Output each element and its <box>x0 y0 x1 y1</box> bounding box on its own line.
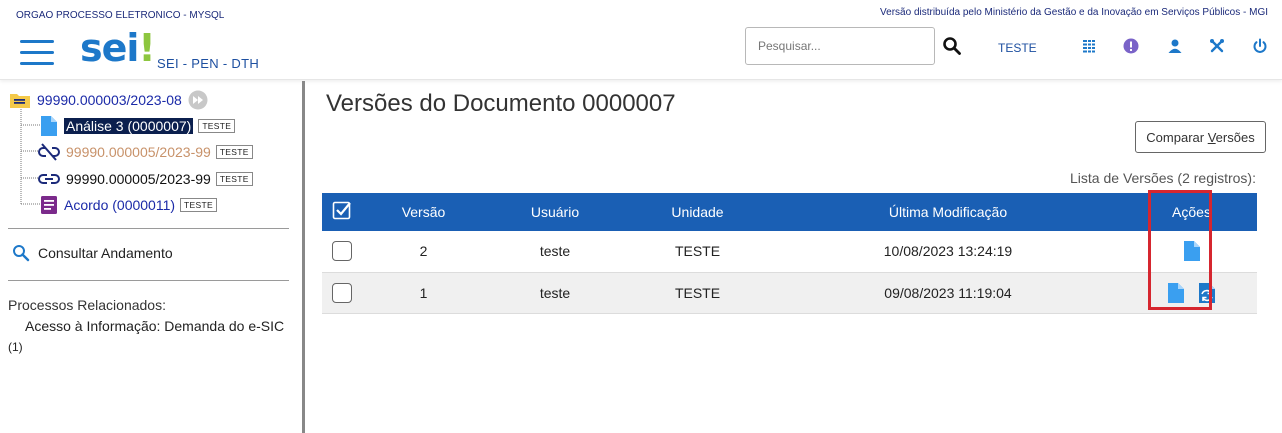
versions-list-caption: Lista de Versões (2 registros): <box>1070 170 1256 186</box>
cell-actions <box>1126 272 1257 313</box>
alert-icon[interactable] <box>1123 38 1139 54</box>
user-icon[interactable] <box>1167 38 1183 54</box>
tree-item-label[interactable]: 99990.000005/2023-99 <box>66 171 211 187</box>
sidebar-divider <box>8 228 289 229</box>
logo-exclamation: ! <box>138 26 155 70</box>
logo-text: sei <box>80 26 139 70</box>
magnifier-icon <box>13 245 30 262</box>
system-name: SEI - PEN - DTH <box>157 56 260 71</box>
cell-user: teste <box>539 284 571 301</box>
power-icon[interactable] <box>1252 38 1268 54</box>
versions-table: Versão Usuário Unidade Última Modificaçã… <box>322 193 1257 314</box>
compare-versions-button[interactable]: Comparar Versões <box>1135 121 1266 153</box>
version-note: Versão distribuída pelo Ministério da Ge… <box>880 7 1268 18</box>
top-header: ORGAO PROCESSO ELETRONICO - MYSQL Versão… <box>0 0 1282 80</box>
link-icon <box>38 174 60 184</box>
search-input[interactable] <box>745 27 935 65</box>
row-checkbox[interactable] <box>332 282 352 303</box>
cell-version: 1 <box>419 284 428 301</box>
tree-item-linked-process[interactable]: 99990.000005/2023-99 TESTE <box>38 168 253 190</box>
tree-item-document[interactable]: Análise 3 (0000007) TESTE <box>40 115 236 137</box>
table-header-row: Versão Usuário Unidade Última Modificaçã… <box>322 193 1257 231</box>
document-icon <box>41 116 57 136</box>
menu-icon[interactable] <box>20 40 54 66</box>
tree-item-form[interactable]: Acordo (0000011) TESTE <box>40 194 217 216</box>
tree-item-label[interactable]: Análise 3 (0000007) <box>64 118 194 134</box>
cell-unit: TESTE <box>674 243 721 260</box>
cell-actions <box>1126 231 1257 272</box>
restore-version-icon[interactable] <box>1198 282 1216 304</box>
sidebar-resize-handle[interactable] <box>302 81 305 433</box>
view-document-icon[interactable] <box>1183 240 1201 262</box>
tree-item-label[interactable]: Acordo (0000011) <box>64 197 175 213</box>
table-row: 1 teste TESTE 09/08/2023 11:19:04 <box>322 272 1257 313</box>
tools-icon[interactable] <box>1209 38 1225 54</box>
column-header-unit: Unidade <box>671 204 724 220</box>
column-header-last-modified: Última Modificação <box>888 204 1008 220</box>
related-process-count: (1) <box>8 340 23 354</box>
sidebar-divider <box>8 280 289 281</box>
tree-item-label[interactable]: 99990.000005/2023-99 <box>66 144 211 160</box>
search-icon[interactable] <box>942 36 962 56</box>
compare-button-accesskey: V <box>1207 129 1216 145</box>
tree-item-tag: TESTE <box>215 172 253 186</box>
process-tree-sidebar: 99990.000003/2023-08 Análise 3 (0000007)… <box>0 81 300 433</box>
unit-selector[interactable]: TESTE <box>998 41 1037 55</box>
compare-button-text-2: ersões <box>1215 129 1255 145</box>
folder-icon <box>10 94 30 108</box>
cell-unit: TESTE <box>674 284 721 301</box>
unlink-icon <box>38 143 60 161</box>
related-process-item[interactable]: Acesso à Informação: Demanda do e-SIC <box>25 318 284 334</box>
tree-item-tag: TESTE <box>180 198 217 212</box>
tree-item-tag: TESTE <box>198 119 236 133</box>
select-all-checkbox-icon[interactable] <box>332 201 352 221</box>
select-all-cell[interactable] <box>322 193 362 231</box>
cell-modified: 09/08/2023 11:19:04 <box>884 284 1012 301</box>
tree-root-label[interactable]: 99990.000003/2023-08 <box>37 92 182 108</box>
consultar-andamento-label[interactable]: Consultar Andamento <box>38 245 173 261</box>
cell-modified: 10/08/2023 13:24:19 <box>883 243 1013 260</box>
tree-item-tag: TESTE <box>215 145 253 159</box>
sei-logo[interactable]: sei! <box>80 26 156 70</box>
tree-root-process[interactable]: 99990.000003/2023-08 <box>9 90 208 110</box>
cell-user: teste <box>539 243 571 260</box>
table-row: 2 teste TESTE 10/08/2023 13:24:19 <box>322 231 1257 272</box>
organization-name: ORGAO PROCESSO ELETRONICO - MYSQL <box>16 10 225 21</box>
view-document-icon[interactable] <box>1167 282 1185 304</box>
column-header-user: Usuário <box>530 204 580 220</box>
related-processes-title: Processos Relacionados: <box>8 297 166 313</box>
fast-forward-icon[interactable] <box>188 90 208 110</box>
list-icon[interactable] <box>1081 38 1097 54</box>
cell-version: 2 <box>419 243 428 260</box>
consultar-andamento-link[interactable]: Consultar Andamento <box>12 244 173 262</box>
page-title: Versões do Documento 0000007 <box>326 90 676 117</box>
column-header-version: Versão <box>401 204 446 220</box>
compare-button-text-1: Comparar <box>1146 129 1208 145</box>
form-icon <box>41 196 57 214</box>
column-header-actions: Ações <box>1172 204 1211 220</box>
row-checkbox[interactable] <box>332 241 352 262</box>
tree-item-unlinked-process[interactable]: 99990.000005/2023-99 TESTE <box>38 141 253 163</box>
